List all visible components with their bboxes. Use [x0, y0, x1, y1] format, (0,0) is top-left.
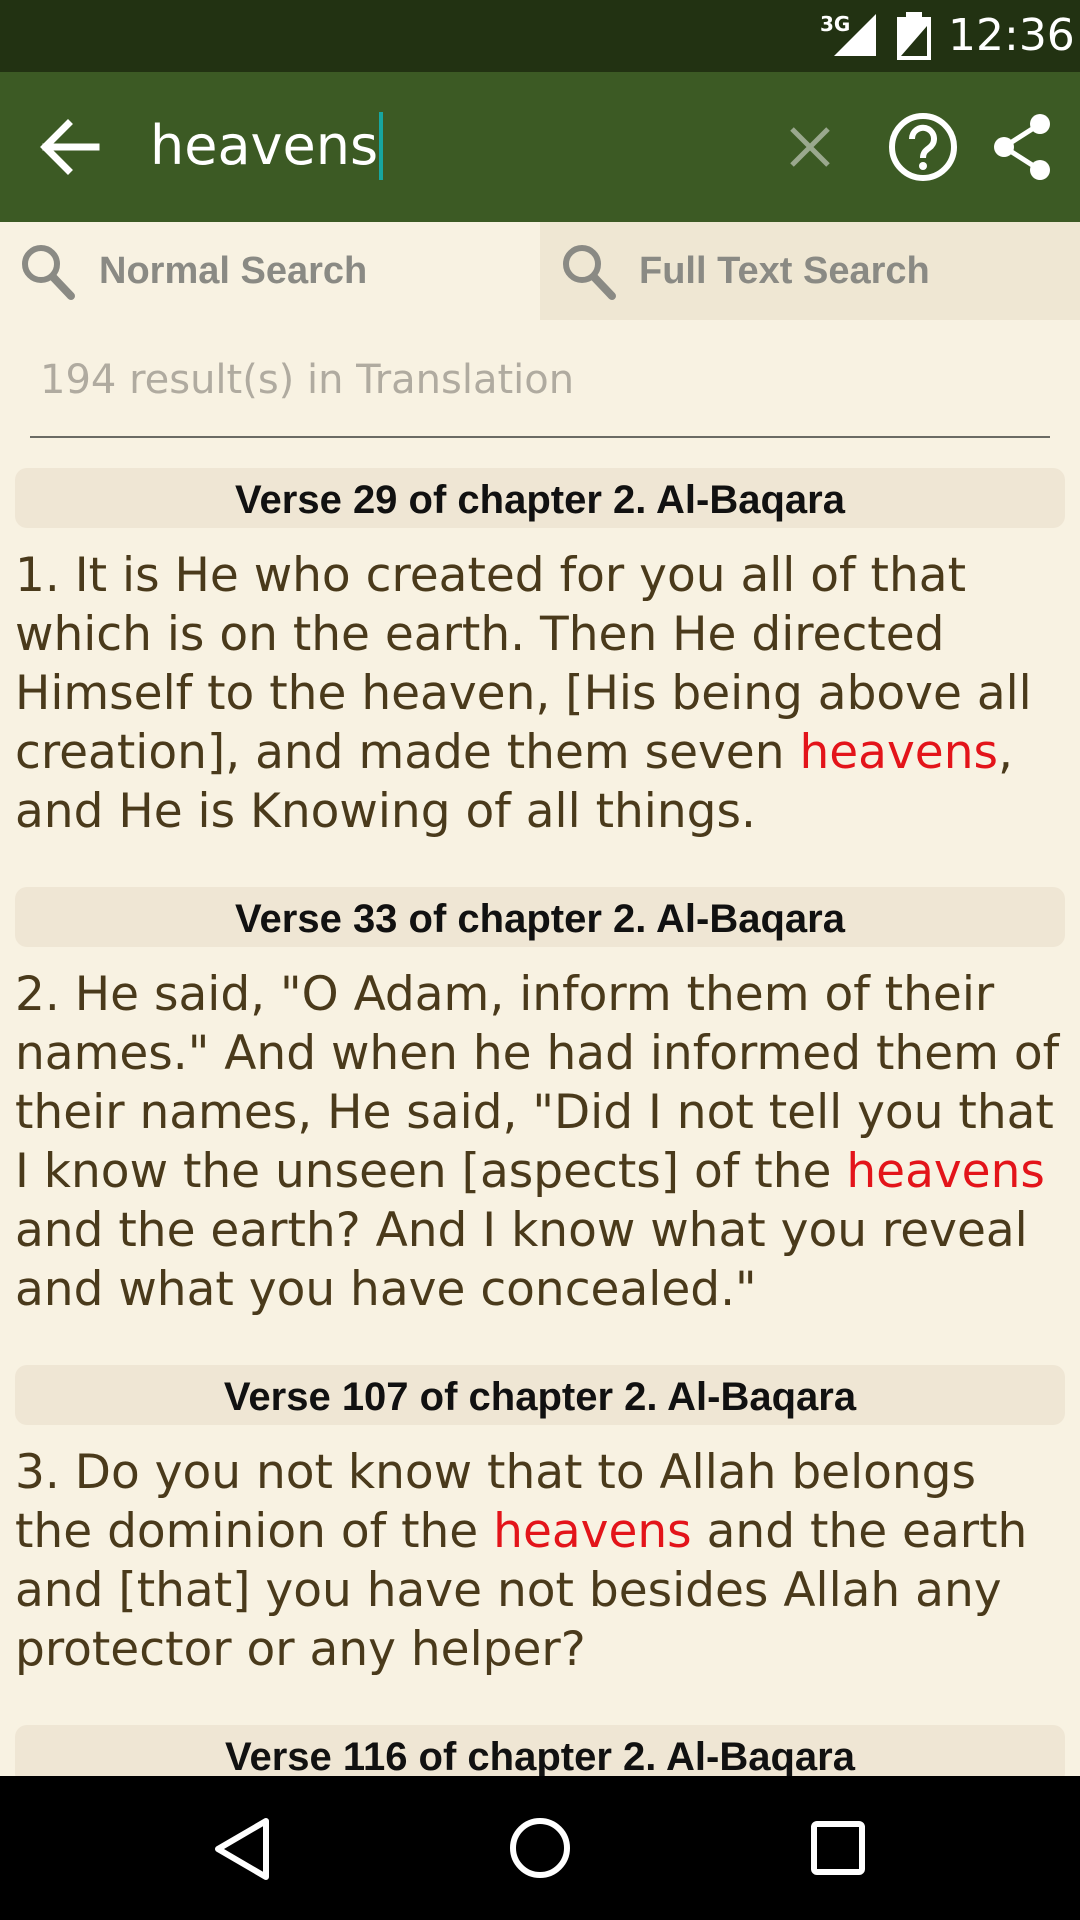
- list-item[interactable]: Verse 33 of chapter 2. Al-Baqara 2. He s…: [0, 887, 1080, 1319]
- clock: 12:36: [948, 10, 1075, 61]
- signal-3g-icon: 3G: [820, 12, 876, 56]
- verse-text: 1. It is He who created for you all of t…: [15, 548, 1032, 839]
- verse-text: 3. Do you not know that to Allah belongs…: [15, 1445, 1028, 1677]
- list-item[interactable]: Verse 116 of chapter 2. Al-Baqara: [0, 1725, 1080, 1776]
- share-icon[interactable]: [990, 112, 1054, 182]
- battery-icon: [897, 12, 931, 60]
- search-mode-tabs: Normal Search Full Text Search: [0, 222, 1080, 320]
- search-match: heavens: [799, 725, 998, 780]
- verse-text: 2. He said, "O Adam, inform them of thei…: [15, 967, 1060, 1317]
- help-circle-icon[interactable]: [888, 112, 958, 182]
- verse-header: Verse 33 of chapter 2. Al-Baqara: [15, 887, 1065, 947]
- search-match: heavens: [493, 1504, 692, 1559]
- circle-home-icon[interactable]: [508, 1816, 572, 1880]
- search-query-text: heavens: [150, 114, 379, 177]
- verse-header: Verse 29 of chapter 2. Al-Baqara: [15, 468, 1065, 528]
- status-bar: 3G 12:36: [0, 0, 1080, 72]
- tab-label: Full Text Search: [639, 250, 930, 292]
- list-item[interactable]: Verse 29 of chapter 2. Al-Baqara 1. It i…: [0, 468, 1080, 841]
- search-icon: [22, 245, 75, 300]
- navigation-bar: [0, 1776, 1080, 1920]
- tab-normal-search[interactable]: Normal Search: [0, 222, 540, 320]
- verse-header: Verse 107 of chapter 2. Al-Baqara: [15, 1365, 1065, 1425]
- search-match: heavens: [846, 1144, 1045, 1199]
- search-icon: [563, 245, 616, 300]
- text-cursor: [379, 112, 384, 181]
- divider: [30, 436, 1050, 438]
- square-recents-icon[interactable]: [810, 1820, 866, 1876]
- close-icon[interactable]: [788, 125, 832, 169]
- list-item[interactable]: Verse 107 of chapter 2. Al-Baqara 3. Do …: [0, 1365, 1080, 1679]
- verse-header: Verse 116 of chapter 2. Al-Baqara: [15, 1725, 1065, 1776]
- svg-text:3G: 3G: [820, 12, 850, 36]
- result-count: 194 result(s) in Translation: [40, 357, 575, 403]
- tab-label: Normal Search: [99, 250, 368, 292]
- results-list[interactable]: Verse 29 of chapter 2. Al-Baqara 1. It i…: [0, 468, 1080, 1776]
- tab-full-text-search[interactable]: Full Text Search: [540, 222, 1080, 320]
- arrow-left-icon[interactable]: [38, 112, 100, 182]
- triangle-back-icon[interactable]: [212, 1816, 272, 1882]
- search-toolbar: heavens: [0, 72, 1080, 222]
- search-input[interactable]: heavens: [150, 108, 384, 184]
